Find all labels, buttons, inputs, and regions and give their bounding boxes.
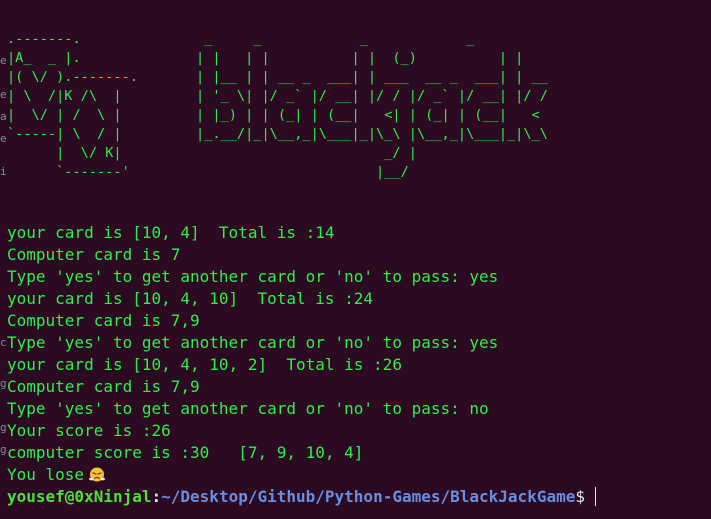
result-text: You lose [7, 465, 85, 484]
output-line: your card is [10, 4, 10] Total is :24 [7, 289, 374, 308]
shell-prompt[interactable]: yousef@0xNinjal:~/Desktop/Github/Python-… [7, 486, 596, 508]
edge-glyph: g [0, 421, 7, 434]
output-line: Type 'yes' to get another card or 'no' t… [7, 333, 499, 352]
output-line: your card is [10, 4] Total is :14 [7, 223, 335, 242]
result-line: You lose [7, 464, 498, 486]
terminal-window[interactable]: e e a e i c g g g .-------. |A_ _ |. |( … [0, 0, 711, 519]
prompt-colon: : [151, 487, 162, 506]
output-line: Computer card is 7,9 [7, 311, 200, 330]
output-line: Type 'yes' to get another card or 'no' t… [7, 267, 499, 286]
output-line: Type 'yes' to get another card or 'no' t… [7, 399, 489, 418]
game-output: your card is [10, 4] Total is :14 Comput… [7, 222, 498, 486]
edge-glyph: e [0, 132, 7, 145]
edge-glyph: e [0, 88, 7, 101]
text-cursor[interactable] [595, 487, 596, 506]
edge-glyph: e [0, 54, 7, 67]
left-edge-strip: e e a e i c g g g [0, 0, 7, 519]
edge-glyph: i [0, 165, 7, 178]
edge-glyph: c [0, 336, 7, 349]
blackjack-ascii-title: _ _ _ _ | | | | | | (_) | | | |__ | | __… [196, 31, 548, 180]
card-ascii-art: .-------. |A_ _ |. |( \/ ).-------. | \ … [7, 31, 138, 180]
output-line: Computer card is 7 [7, 245, 181, 264]
edge-glyph: g [0, 377, 7, 390]
output-line: your card is [10, 4, 10, 2] Total is :26 [7, 355, 402, 374]
prompt-user-host: yousef@0xNinjal [7, 487, 152, 506]
prompt-symbol: $ [575, 487, 585, 506]
output-line: Your score is :26 [7, 421, 171, 440]
output-line: computer score is :30 [7, 9, 10, 4] [7, 443, 364, 462]
prompt-path: ~/Desktop/Github/Python-Games/BlackJackG… [161, 487, 576, 506]
steam-from-nose-face-icon [89, 467, 105, 482]
edge-glyph: g [0, 443, 7, 456]
output-line: Computer card is 7,9 [7, 377, 200, 396]
edge-glyph: a [0, 110, 7, 123]
